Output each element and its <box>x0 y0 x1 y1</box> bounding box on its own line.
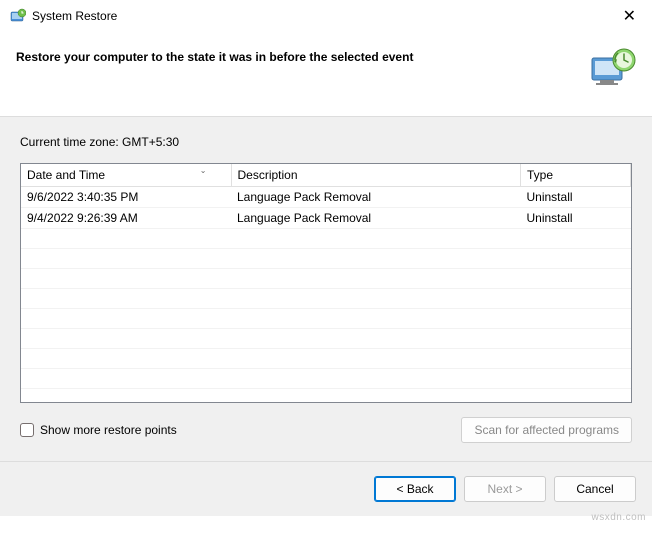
show-more-label: Show more restore points <box>40 423 177 437</box>
back-button[interactable]: < Back <box>374 476 456 502</box>
below-table-row: Show more restore points Scan for affect… <box>20 417 632 443</box>
column-description[interactable]: Description <box>231 164 521 187</box>
table-row <box>21 229 631 249</box>
table-row <box>21 349 631 369</box>
watermark: wsxdn.com <box>591 512 646 523</box>
table-row[interactable]: 9/6/2022 3:40:35 PM Language Pack Remova… <box>21 187 631 208</box>
table-row[interactable]: 9/4/2022 9:26:39 AM Language Pack Remova… <box>21 208 631 229</box>
column-datetime[interactable]: Date and Time ⌄ <box>21 164 231 187</box>
table-row <box>21 249 631 269</box>
table-row <box>21 269 631 289</box>
table-row <box>21 369 631 389</box>
restore-clock-icon <box>588 44 636 92</box>
table-header-row[interactable]: Date and Time ⌄ Description Type <box>21 164 631 187</box>
content-area: Current time zone: GMT+5:30 Date and Tim… <box>0 116 652 461</box>
show-more-checkbox[interactable]: Show more restore points <box>20 423 461 437</box>
next-button: Next > <box>464 476 546 502</box>
system-restore-icon <box>10 8 26 24</box>
cancel-button[interactable]: Cancel <box>554 476 636 502</box>
scan-affected-button[interactable]: Scan for affected programs <box>461 417 632 443</box>
page-heading: Restore your computer to the state it wa… <box>16 44 568 64</box>
table-row <box>21 289 631 309</box>
column-type[interactable]: Type <box>521 164 631 187</box>
timezone-label: Current time zone: GMT+5:30 <box>20 135 632 149</box>
table-row <box>21 389 631 404</box>
restore-points-table[interactable]: Date and Time ⌄ Description Type 9/6/202… <box>20 163 632 403</box>
footer-buttons: < Back Next > Cancel <box>0 461 652 516</box>
window-title: System Restore <box>32 9 617 23</box>
close-button[interactable]: ✕ <box>617 6 642 26</box>
sort-indicator-icon: ⌄ <box>200 166 207 175</box>
titlebar: System Restore ✕ <box>0 0 652 32</box>
table-row <box>21 309 631 329</box>
table-row <box>21 329 631 349</box>
header-area: Restore your computer to the state it wa… <box>0 32 652 116</box>
checkbox-icon[interactable] <box>20 423 34 437</box>
